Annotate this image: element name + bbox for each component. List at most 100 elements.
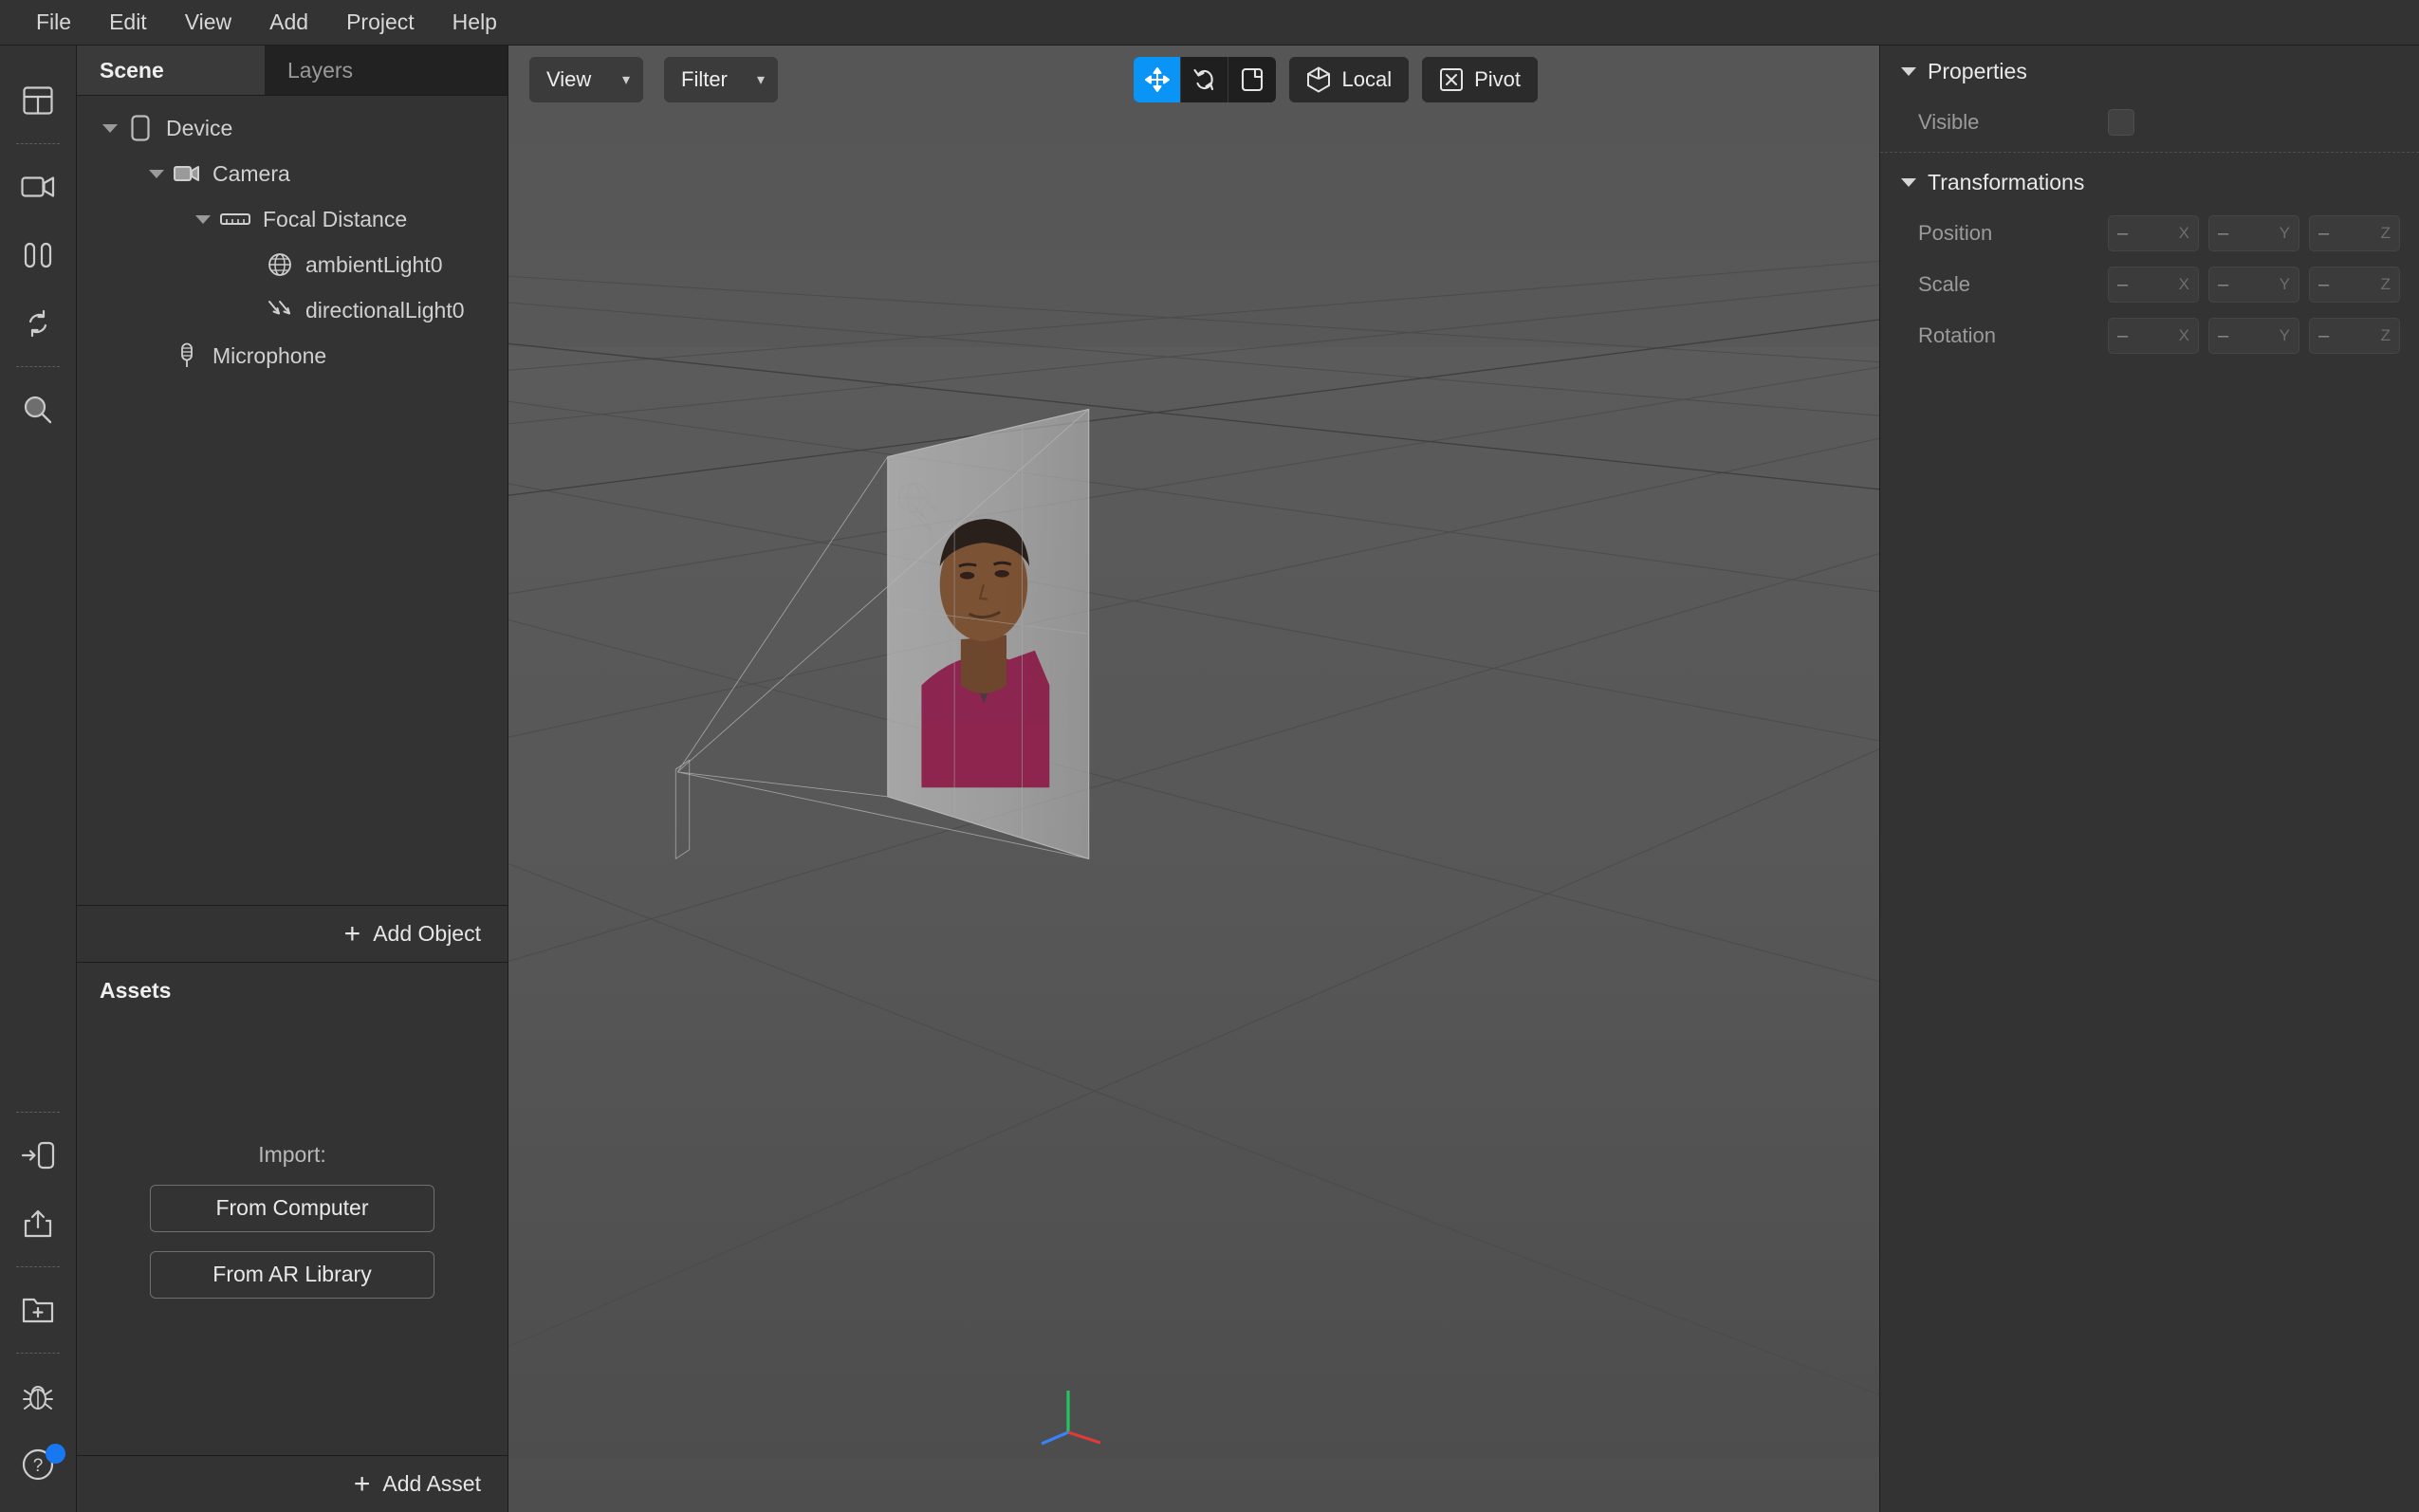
scale-inputs: – X – Y – Z	[2108, 267, 2400, 303]
search-button[interactable]	[11, 383, 65, 436]
add-asset-button[interactable]: + Add Asset	[77, 1455, 508, 1512]
visible-checkbox[interactable]	[2108, 109, 2134, 136]
position-z-input[interactable]: – Z	[2309, 215, 2400, 251]
scale-y-input[interactable]: – Y	[2208, 267, 2299, 303]
rotation-x-input[interactable]: – X	[2108, 318, 2199, 354]
pause-button[interactable]	[11, 229, 65, 282]
scene-tree: Device Camera Focal Distance ambientLigh…	[77, 96, 508, 905]
tree-item-ambientlight0[interactable]: ambientLight0	[77, 242, 508, 287]
visible-property-row: Visible	[1880, 97, 2419, 148]
bug-icon	[22, 1381, 54, 1411]
tree-item-focal-distance[interactable]: Focal Distance	[77, 196, 508, 242]
menu-add[interactable]: Add	[250, 6, 327, 39]
pivot-icon	[1439, 67, 1464, 92]
properties-panel: Properties Visible Transformations Posit…	[1879, 46, 2419, 1512]
move-tool[interactable]	[1134, 57, 1182, 102]
pivot-button[interactable]: Pivot	[1422, 57, 1538, 102]
value: –	[2318, 273, 2330, 295]
new-folder-button[interactable]	[11, 1283, 65, 1337]
main-body: ? Scene Layers Device Camera Focal Dista…	[0, 46, 2419, 1512]
tree-item-label: ambientLight0	[305, 251, 443, 277]
transformations-section-header[interactable]: Transformations	[1880, 157, 2419, 208]
tab-layers[interactable]: Layers	[265, 46, 508, 95]
rotation-label: Rotation	[1918, 323, 1996, 347]
rail-divider	[16, 366, 60, 367]
add-folder-icon	[22, 1296, 54, 1324]
scale-label: Scale	[1918, 272, 1971, 296]
position-y-input[interactable]: – Y	[2208, 215, 2299, 251]
filter-dropdown-label: Filter	[681, 67, 728, 91]
position-inputs: – X – Y – Z	[2108, 215, 2400, 251]
send-to-device-button[interactable]	[11, 1129, 65, 1182]
tree-item-label: Camera	[212, 160, 290, 186]
menu-bar: File Edit View Add Project Help	[0, 0, 2419, 46]
filter-dropdown[interactable]: Filter ▾	[664, 57, 778, 102]
pause-icon	[24, 242, 52, 268]
menu-help[interactable]: Help	[434, 6, 516, 39]
position-row: Position – X – Y – Z	[1880, 208, 2419, 259]
rotation-inputs: – X – Y – Z	[2108, 318, 2400, 354]
left-icon-rail: ?	[0, 46, 77, 1512]
menu-view[interactable]: View	[166, 6, 250, 39]
plus-icon: +	[353, 1467, 371, 1500]
tab-scene[interactable]: Scene	[77, 46, 265, 95]
tree-item-label: Device	[166, 115, 233, 140]
share-icon	[23, 1208, 53, 1239]
value: –	[2218, 222, 2229, 244]
tree-item-microphone[interactable]: Microphone	[77, 333, 508, 378]
x-axis	[1067, 1430, 1101, 1445]
send-to-device-icon	[21, 1141, 55, 1170]
restart-button[interactable]	[11, 297, 65, 350]
axis-label-z: Z	[2380, 224, 2391, 242]
value: –	[2218, 324, 2229, 346]
tree-item-device[interactable]: Device	[77, 105, 508, 151]
tree-item-directionallight0[interactable]: directionalLight0	[77, 287, 508, 333]
transform-tool-group	[1134, 57, 1277, 102]
position-x-input[interactable]: – X	[2108, 215, 2199, 251]
export-button[interactable]	[11, 1197, 65, 1250]
tree-item-label: directionalLight0	[305, 297, 465, 323]
move-tool-icon	[1144, 66, 1171, 93]
coordinate-space-button[interactable]: Local	[1289, 57, 1410, 102]
axis-label-z: Z	[2380, 326, 2391, 344]
axis-label-x: X	[2178, 224, 2189, 242]
focal-distance-icon	[219, 205, 251, 233]
z-axis	[1041, 1430, 1069, 1446]
record-video-button[interactable]	[11, 160, 65, 213]
section-divider	[1880, 152, 2419, 153]
value: –	[2117, 222, 2129, 244]
menu-project[interactable]: Project	[327, 6, 434, 39]
chevron-down-icon[interactable]	[193, 209, 213, 230]
refresh-icon	[23, 308, 53, 339]
coordinate-space-label: Local	[1341, 67, 1393, 91]
scale-z-input[interactable]: – Z	[2309, 267, 2400, 303]
scale-tool[interactable]	[1228, 57, 1276, 102]
tree-item-camera[interactable]: Camera	[77, 151, 508, 196]
menu-edit[interactable]: Edit	[90, 6, 166, 39]
face-tracker-plane-object[interactable]	[508, 46, 1879, 1458]
axis-label-y: Y	[2279, 224, 2290, 242]
value: –	[2218, 273, 2229, 295]
rotate-tool[interactable]	[1181, 57, 1229, 102]
tree-item-label: Focal Distance	[263, 206, 408, 231]
add-object-button[interactable]: + Add Object	[77, 905, 508, 962]
rotation-y-input[interactable]: – Y	[2208, 318, 2299, 354]
scale-x-input[interactable]: – X	[2108, 267, 2199, 303]
ambient-light-icon	[266, 250, 294, 279]
menu-file[interactable]: File	[17, 6, 90, 39]
import-from-ar-library-button[interactable]: From AR Library	[150, 1250, 434, 1299]
viewport-toolbar-right: Local Pivot	[1134, 57, 1538, 102]
import-from-computer-button[interactable]: From Computer	[150, 1184, 434, 1232]
chevron-down-icon[interactable]	[100, 118, 120, 138]
value: –	[2318, 324, 2330, 346]
report-bug-button[interactable]	[11, 1370, 65, 1423]
chevron-down-icon[interactable]	[146, 163, 167, 184]
properties-section-header[interactable]: Properties	[1880, 46, 2419, 97]
chevron-down-icon: ▾	[756, 72, 765, 88]
rotation-z-input[interactable]: – Z	[2309, 318, 2400, 354]
toggle-layout-button[interactable]	[11, 74, 65, 127]
assets-title: Assets	[100, 978, 172, 1003]
scene-viewport[interactable]: View ▾ Filter ▾ Local Pivot	[508, 46, 1879, 1512]
view-dropdown[interactable]: View ▾	[529, 57, 643, 102]
axis-label-z: Z	[2380, 275, 2391, 293]
